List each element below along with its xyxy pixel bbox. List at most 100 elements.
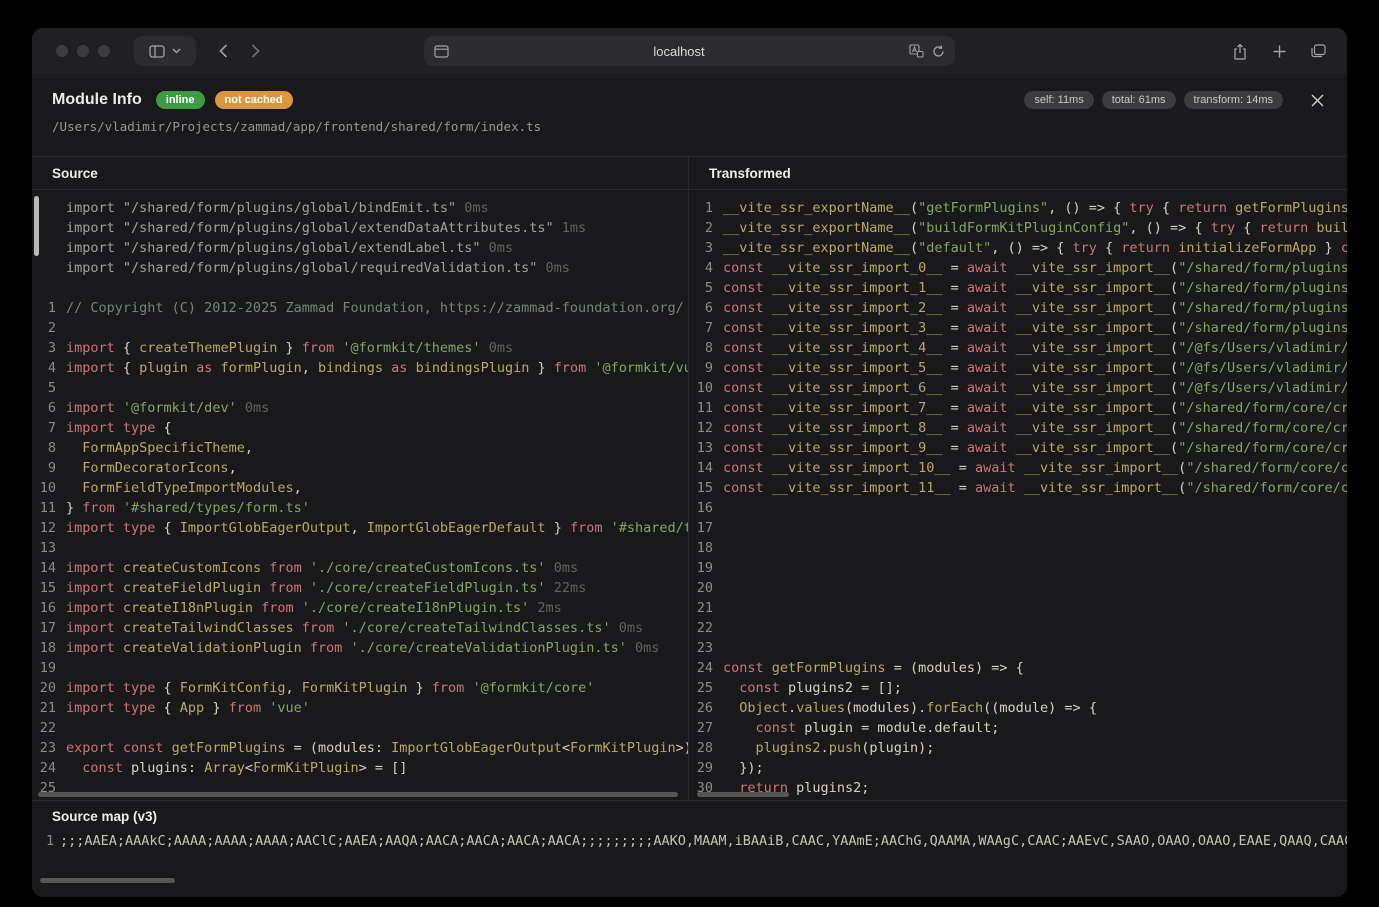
total-time-badge: total: 61ms [1102,91,1176,109]
code-line: 16 [689,498,1347,518]
timing-metrics: self: 11ms total: 61ms transform: 14ms [1024,91,1283,109]
page-title: Module Info [52,91,142,109]
code-line: import "/shared/form/plugins/global/exte… [32,218,688,238]
code-line: 26 Object.values(modules).forEach((modul… [689,698,1347,718]
new-tab-button[interactable] [1268,40,1290,62]
transformed-panel: Transformed 1__vite_ssr_exportName__("ge… [689,157,1347,800]
code-line: 9const __vite_ssr_import_5__ = await __v… [689,358,1347,378]
code-line: 1__vite_ssr_exportName__("getFormPlugins… [689,198,1347,218]
titlebar-actions [1229,36,1329,66]
share-icon [1233,43,1247,60]
module-info-header: Module Info inline not cached self: 11ms… [32,74,1347,156]
code-line: 17import createTailwindClasses from './c… [32,618,688,638]
code-line: 18 [689,538,1347,558]
self-time-badge: self: 11ms [1024,91,1093,109]
code-line: 29 }); [689,758,1347,778]
zoom-window-button[interactable] [98,45,110,57]
code-line: import "/shared/form/plugins/global/exte… [32,238,688,258]
code-line: 16import createI18nPlugin from './core/c… [32,598,688,618]
code-line: import "/shared/form/plugins/global/bind… [32,198,688,218]
code-line: 4const __vite_ssr_import_0__ = await __v… [689,258,1347,278]
code-line: 13 [32,538,688,558]
code-line: 23 [689,638,1347,658]
transformed-horizontal-scrollbar[interactable] [697,792,789,797]
transformed-panel-title: Transformed [689,157,1347,190]
tabs-overview-button[interactable] [1307,40,1329,62]
transformed-code: 1__vite_ssr_exportName__("getFormPlugins… [689,190,1347,800]
code-line: 15import createFieldPlugin from './core/… [32,578,688,598]
inline-badge: inline [156,91,205,109]
sourcemap-title: Source map (v3) [32,801,1347,831]
code-line: 20import type { FormKitConfig, FormKitPl… [32,678,688,698]
code-line: 10 FormFieldTypeImportModules, [32,478,688,498]
code-line: 12const __vite_ssr_import_8__ = await __… [689,418,1347,438]
sidebar-icon [149,45,165,58]
code-line: 19 [32,658,688,678]
code-line: 25 const plugins2 = []; [689,678,1347,698]
source-code: import "/shared/form/plugins/global/bind… [32,190,688,800]
code-line: 21import type { App } from 'vue' [32,698,688,718]
code-line: 10const __vite_ssr_import_6__ = await __… [689,378,1347,398]
code-line: 9 FormDecoratorIcons, [32,458,688,478]
code-line: 4import { plugin as formPlugin, bindings… [32,358,688,378]
url-text: localhost [457,44,901,59]
code-line: 1// Copyright (C) 2012-2025 Zammad Found… [32,298,688,318]
close-icon [1311,94,1324,107]
browser-window: localhost [32,28,1347,897]
code-line: 8 FormAppSpecificTheme, [32,438,688,458]
code-line: 24 const plugins: Array<FormKitPlugin> =… [32,758,688,778]
code-line: 19 [689,558,1347,578]
code-line: 24const getFormPlugins = (modules) => { [689,658,1347,678]
chevron-left-icon [219,44,228,58]
cache-status-badge: not cached [215,91,293,109]
source-vertical-scrollbar[interactable] [34,196,39,256]
code-line: 8const __vite_ssr_import_4__ = await __v… [689,338,1347,358]
code-line: 22 [32,718,688,738]
translate-icon[interactable] [909,44,924,58]
code-line: 28 plugins2.push(plugin); [689,738,1347,758]
close-window-button[interactable] [56,45,68,57]
code-line: import "/shared/form/plugins/global/requ… [32,258,688,278]
code-line: 15const __vite_ssr_import_11__ = await _… [689,478,1347,498]
code-line: 6import '@formkit/dev' 0ms [32,398,688,418]
sourcemap-section: Source map (v3) 1 ;;;AAEA;AAAkC;AAAA;AAA… [32,800,1347,897]
transform-time-badge: transform: 14ms [1184,91,1283,109]
close-module-info-button[interactable] [1307,90,1327,110]
source-horizontal-scrollbar[interactable] [38,792,678,797]
sidebar-toggle-button[interactable] [134,36,196,66]
module-file-path: /Users/vladimir/Projects/zammad/app/fron… [52,119,1327,134]
code-line: 3import { createThemePlugin } from '@for… [32,338,688,358]
sourcemap-line-number: 1 [46,831,60,851]
share-button[interactable] [1229,40,1251,62]
plus-icon [1273,45,1286,58]
code-line: 11} from '#shared/types/form.ts' [32,498,688,518]
traffic-lights [56,45,110,57]
code-line: 12import type { ImportGlobEagerOutput, I… [32,518,688,538]
code-line: 2 [32,318,688,338]
code-line: 6const __vite_ssr_import_2__ = await __v… [689,298,1347,318]
code-line: 20 [689,578,1347,598]
back-button[interactable] [208,36,238,66]
code-line: 14import createCustomIcons from './core/… [32,558,688,578]
sourcemap-mappings: ;;;AAEA;AAAkC;AAAA;AAAA;AAAA;AAClC;AAEA;… [60,831,1347,851]
browser-titlebar: localhost [32,28,1347,74]
code-line: 17 [689,518,1347,538]
chevron-right-icon [251,44,260,58]
code-line: 7const __vite_ssr_import_3__ = await __v… [689,318,1347,338]
code-line: 5 [32,378,688,398]
code-line: 18import createValidationPlugin from './… [32,638,688,658]
code-line: 5const __vite_ssr_import_1__ = await __v… [689,278,1347,298]
source-panel: Source import "/shared/form/plugins/glob… [32,157,689,800]
code-line: 7import type { [32,418,688,438]
sourcemap-horizontal-scrollbar[interactable] [40,878,175,883]
forward-button[interactable] [240,36,270,66]
code-line [32,278,688,298]
minimize-window-button[interactable] [77,45,89,57]
address-bar[interactable]: localhost [424,36,955,66]
code-line: 11const __vite_ssr_import_7__ = await __… [689,398,1347,418]
code-line: 14const __vite_ssr_import_10__ = await _… [689,458,1347,478]
code-line: 3__vite_ssr_exportName__("default", () =… [689,238,1347,258]
reload-icon[interactable] [932,45,945,58]
site-settings-icon [434,45,449,58]
source-panel-title: Source [32,157,688,190]
